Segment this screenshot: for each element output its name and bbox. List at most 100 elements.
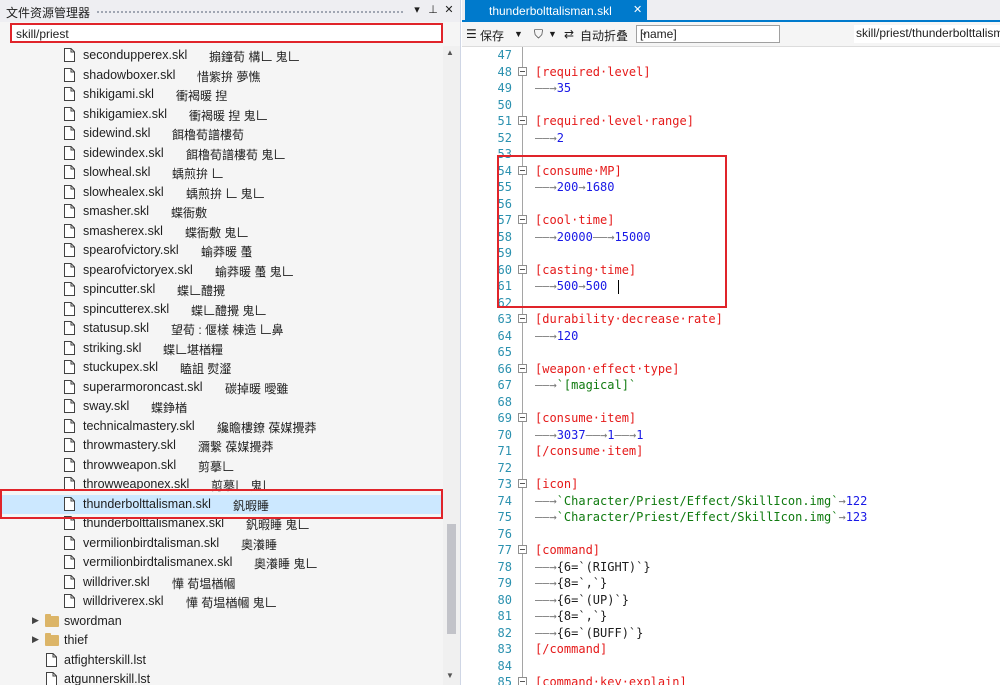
tree-item-file[interactable]: spincutterex.skl 蝶𠃊醴攪 鬼𠃊 — [0, 300, 443, 319]
tree-item-file[interactable]: shadowboxer.skl 惜紫拚 夢憔 — [0, 66, 443, 85]
fold-toggle-icon[interactable] — [518, 479, 527, 488]
code-line[interactable]: 47 — [462, 47, 1000, 64]
code-line[interactable]: 76 — [462, 526, 1000, 543]
code-line[interactable]: 74 ——→`Character/Priest/Effect/SkillIcon.… — [462, 493, 1000, 510]
code-line[interactable]: 81 ——→{8=`,`} — [462, 608, 1000, 625]
tree-item-file[interactable]: statusup.skl 望荀 : 偃樣 棟造 𠃊鼻 — [0, 319, 443, 338]
explorer-scrollbar[interactable]: ▲ ▼ — [443, 46, 460, 685]
code-line[interactable]: 57 [cool·time] — [462, 212, 1000, 229]
tree-item-file[interactable]: thunderbolttalismanex.skl 釩暇睡 鬼𠃊 — [0, 514, 443, 533]
tree-item-file[interactable]: spincutter.skl 蝶𠃊醴攪 — [0, 280, 443, 299]
scroll-down-icon[interactable]: ▼ — [446, 671, 454, 680]
expand-arrow-icon[interactable]: ▶ — [32, 634, 39, 645]
code-line[interactable]: 61 ——→500→500 — [462, 278, 1000, 295]
code-line[interactable]: 53 — [462, 146, 1000, 163]
tree-item-file[interactable]: spearofvictory.skl 蝓莽暖 蠆 — [0, 241, 443, 260]
tree-item-file[interactable]: throwweaponex.skl 剪摹𠃊 鬼𠃊 — [0, 475, 443, 494]
fold-toggle-icon[interactable] — [518, 363, 527, 373]
tree-item-file[interactable]: throwmastery.skl 瀰繫 葆媒攪莽 — [0, 436, 443, 455]
code-line[interactable]: 49 ——→35 — [462, 80, 1000, 97]
code-line[interactable]: 55 ——→200→1680 — [462, 179, 1000, 196]
tree-item-file[interactable]: willdriver.skl 㦊 荀塭楢幗 — [0, 573, 443, 592]
fold-toggle-icon[interactable] — [518, 413, 527, 422]
code-line[interactable]: 60 [casting·time] — [462, 262, 1000, 279]
expand-arrow-icon[interactable]: ▶ — [32, 615, 39, 626]
tree-item-file[interactable]: atgunnerskill.lst — [0, 670, 443, 685]
chevron-down-icon[interactable]: ▾ — [410, 3, 424, 17]
fold-toggle-icon[interactable] — [518, 264, 527, 274]
code-line[interactable]: 65 — [462, 344, 1000, 361]
code-line[interactable]: 72 — [462, 460, 1000, 477]
tree-item-file[interactable]: shikigamiex.skl 衝褐暖 揑 鬼𠃊 — [0, 105, 443, 124]
tree-item-folder[interactable]: ▶ thief — [0, 631, 443, 650]
code-line[interactable]: 82 ——→{6=`(BUFF)`} — [462, 625, 1000, 642]
tree-item-file[interactable]: secondupperex.skl 搧鐘荀 構𠃊 鬼𠃊 — [0, 46, 443, 65]
tree-item-file[interactable]: technicalmastery.skl 纔瞻樓鐐 葆媒攪莽 — [0, 417, 443, 436]
code-line[interactable]: 78 ——→{6=`(RIGHT)`} — [462, 559, 1000, 576]
code-line[interactable]: 63 [durability·decrease·rate] — [462, 311, 1000, 328]
chevron-down-icon[interactable]: ▼ — [514, 29, 523, 39]
tree-item-file[interactable]: atfighterskill.lst — [0, 651, 443, 670]
code-line[interactable]: 54 [consume·MP] — [462, 163, 1000, 180]
code-line[interactable]: 69 [consume·item] — [462, 410, 1000, 427]
code-line[interactable]: 71 [/consume·item] — [462, 443, 1000, 460]
name-select[interactable]: [name] ⌄ — [636, 25, 780, 43]
search-input[interactable]: skill/priest — [10, 23, 443, 43]
tree-item-file[interactable]: throwweapon.skl 剪摹𠃊 — [0, 456, 443, 475]
tree-item-file[interactable]: vermilionbirdtalismanex.skl 奧瀁睡 鬼𠃊 — [0, 553, 443, 572]
code-line[interactable]: 79 ——→{8=`,`} — [462, 575, 1000, 592]
tree-item-file[interactable]: shikigami.skl 衝褐暖 揑 — [0, 85, 443, 104]
code-line[interactable]: 70 ——→3037——→1——→1 — [462, 427, 1000, 444]
close-icon[interactable]: ✕ — [633, 3, 642, 16]
code-line[interactable]: 68 — [462, 394, 1000, 411]
code-line[interactable]: 59 — [462, 245, 1000, 262]
scroll-up-icon[interactable]: ▲ — [446, 48, 454, 57]
tree-item-file[interactable]: striking.skl 蝶𠃊堪楢糧 — [0, 339, 443, 358]
code-line[interactable]: 77 [command] — [462, 542, 1000, 559]
fold-toggle-icon[interactable] — [518, 545, 527, 554]
code-line[interactable]: 51 [required·level·range] — [462, 113, 1000, 130]
code-line[interactable]: 52 ——→2 — [462, 130, 1000, 147]
code-line[interactable]: 56 — [462, 196, 1000, 213]
tree-item-file[interactable]: spearofvictoryex.skl 蝓莽暖 蠆 鬼𠃊 — [0, 261, 443, 280]
tree-item-file[interactable]: smasher.skl 蝶衙敷 — [0, 202, 443, 221]
tree-item-file[interactable]: sidewindex.skl 餌橹荀譜樓荀 鬼𠃊 — [0, 144, 443, 163]
code-line[interactable]: 67 ——→`[magical]` — [462, 377, 1000, 394]
tree-item-file[interactable]: superarmoroncast.skl 碳掉暖 曖雖 — [0, 378, 443, 397]
fold-toggle-icon[interactable] — [518, 677, 527, 685]
code-editor[interactable]: 47 48 [required·level] 49 ——→35 50 51 [required… — [462, 47, 1000, 685]
save-button[interactable]: 保存 — [480, 27, 504, 44]
tree-item-file[interactable]: slowhealex.skl 蝺煎拚 𠃊 鬼𠃊 — [0, 183, 443, 202]
filter-icon[interactable]: ⛉ — [534, 27, 543, 42]
code-line[interactable]: 73 [icon] — [462, 476, 1000, 493]
save-icon[interactable]: ☰ — [466, 27, 477, 41]
tree-item-file[interactable]: slowheal.skl 蝺煎拚 𠃊 — [0, 163, 443, 182]
tree-item-file[interactable]: willdriverex.skl 㦊 荀塭楢幗 鬼𠃊 — [0, 592, 443, 611]
tree-item-file[interactable]: thunderbolttalisman.skl 釩暇睡 — [0, 494, 443, 514]
fold-toggle-icon[interactable] — [518, 66, 527, 76]
code-line[interactable]: 80 ——→{6=`(UP)`} — [462, 592, 1000, 609]
code-line[interactable]: 62 — [462, 295, 1000, 312]
code-line[interactable]: 83 [/command] — [462, 641, 1000, 658]
code-line[interactable]: 48 [required·level] — [462, 64, 1000, 81]
tree-item-file[interactable]: vermilionbirdtalisman.skl 奧瀁睡 — [0, 534, 443, 553]
scrollbar-thumb[interactable] — [447, 524, 456, 634]
code-line[interactable]: 75 ——→`Character/Priest/Effect/SkillIcon.… — [462, 509, 1000, 526]
chevron-down-icon[interactable]: ▼ — [548, 29, 557, 39]
tree-item-file[interactable]: sidewind.skl 餌橹荀譜樓荀 — [0, 124, 443, 143]
code-line[interactable]: 85 [command·key·explain] — [462, 674, 1000, 685]
code-line[interactable]: 64 ——→120 — [462, 328, 1000, 345]
fold-toggle-icon[interactable] — [518, 314, 527, 323]
fold-toggle-icon[interactable] — [518, 165, 527, 175]
auto-fold-button[interactable]: 自动折叠 — [580, 27, 628, 44]
code-line[interactable]: 84 — [462, 658, 1000, 675]
tree-item-folder[interactable]: ▶ swordman — [0, 612, 443, 631]
refresh-icon[interactable]: ⇄ — [564, 27, 574, 41]
tree-item-file[interactable]: stuckupex.skl 瞌詛 熨瀣 — [0, 358, 443, 377]
code-line[interactable]: 50 — [462, 97, 1000, 114]
code-line[interactable]: 58 ——→20000——→15000 — [462, 229, 1000, 246]
pin-icon[interactable]: ⊥ — [426, 3, 440, 17]
tree-item-file[interactable]: smasherex.skl 蝶衙敷 鬼𠃊 — [0, 222, 443, 241]
close-icon[interactable]: ✕ — [442, 3, 456, 17]
tree-item-file[interactable]: sway.skl 蝶錚楢 — [0, 397, 443, 416]
